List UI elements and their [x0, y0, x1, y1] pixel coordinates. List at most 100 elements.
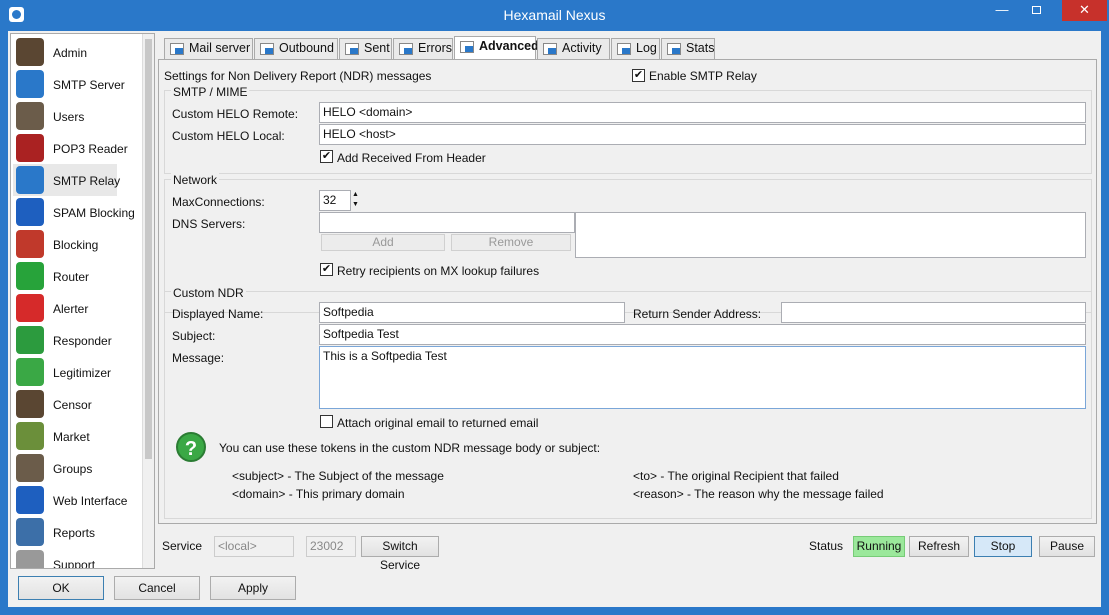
dns-remove-button[interactable]: Remove: [451, 234, 571, 251]
close-button[interactable]: ✕: [1062, 0, 1107, 21]
tab-outbound[interactable]: Outbound: [254, 38, 338, 59]
tab-log[interactable]: Log: [611, 38, 660, 59]
tab-errors[interactable]: Errors: [393, 38, 453, 59]
app-window: Hexamail Nexus — ✕ Support Reports Web Int…: [0, 0, 1109, 615]
tab-page-icon: [170, 43, 184, 55]
title-bar: Hexamail Nexus — ✕: [0, 0, 1109, 30]
subject-input[interactable]: Softpedia Test: [319, 324, 1086, 345]
tab-label: Log: [636, 41, 657, 55]
sidebar-item-market[interactable]: Market: [13, 420, 141, 452]
tab-stats[interactable]: Stats: [661, 38, 715, 59]
tab-advanced[interactable]: Advanced: [454, 36, 539, 60]
enable-smtp-relay-checkbox[interactable]: ✔: [632, 69, 645, 82]
sidebar-item-label: Legitimizer: [53, 366, 112, 380]
scrollbar-thumb[interactable]: [145, 39, 152, 459]
helo-local-label: Custom HELO Local:: [172, 129, 285, 143]
sidebar-item-label: Users: [53, 110, 85, 124]
sidebar-item-admin[interactable]: Admin: [13, 36, 141, 68]
sidebar-scrollbar[interactable]: [142, 34, 154, 568]
advanced-panel: Settings for Non Delivery Report (NDR) m…: [158, 59, 1097, 524]
helo-local-input[interactable]: HELO <host>: [319, 124, 1086, 145]
helo-remote-input[interactable]: HELO <domain>: [319, 102, 1086, 123]
dns-server-input[interactable]: [319, 212, 575, 233]
retry-recipients-checkbox[interactable]: ✔: [320, 263, 333, 276]
sidebar-item-label: Responder: [53, 334, 112, 348]
dns-add-button[interactable]: Add: [321, 234, 445, 251]
tab-page-icon: [345, 43, 359, 55]
max-connections-input[interactable]: 32: [319, 190, 351, 211]
pause-button[interactable]: Pause: [1039, 536, 1095, 557]
tab-mail-server[interactable]: Mail server: [164, 38, 253, 59]
ok-button[interactable]: OK: [18, 576, 104, 600]
sidebar-item-alerter[interactable]: Alerter: [13, 292, 141, 324]
refresh-button[interactable]: Refresh: [909, 536, 969, 557]
service-host-input[interactable]: <local>: [214, 536, 294, 557]
sidebar-item-web-interface[interactable]: Web Interface: [13, 484, 141, 516]
smtp-server-icon: [16, 70, 44, 98]
displayed-name-input[interactable]: Softpedia: [319, 302, 625, 323]
attach-original-checkbox[interactable]: [320, 415, 333, 428]
market-icon: [16, 422, 44, 450]
dns-servers-list[interactable]: [575, 212, 1086, 258]
sidebar-item-legitimizer[interactable]: Legitimizer: [13, 356, 141, 388]
sidebar-item-reports[interactable]: Reports: [13, 516, 141, 548]
sidebar-item-blocking[interactable]: Blocking: [13, 228, 141, 260]
dns-servers-label: DNS Servers:: [172, 217, 246, 231]
censor-icon: [16, 390, 44, 418]
sidebar-item-label: Blocking: [53, 238, 99, 252]
max-connections-label: MaxConnections:: [172, 195, 265, 209]
tab-label: Advanced: [479, 39, 539, 53]
return-sender-input[interactable]: [781, 302, 1086, 323]
tab-page-icon: [399, 43, 413, 55]
sidebar-item-label: SMTP Server: [53, 78, 125, 92]
sidebar-item-smtp-server[interactable]: SMTP Server: [13, 68, 141, 100]
pop3-reader-icon: [16, 134, 44, 162]
sidebar-item-support[interactable]: Support: [13, 548, 141, 569]
token-reason: <reason> - The reason why the message fa…: [633, 487, 884, 501]
sidebar-item-label: Admin: [53, 46, 88, 60]
cancel-button[interactable]: Cancel: [114, 576, 200, 600]
sidebar-item-router[interactable]: Router: [13, 260, 141, 292]
sidebar-item-groups[interactable]: Groups: [13, 452, 141, 484]
tab-page-icon: [667, 43, 681, 55]
spam-blocking-icon: [16, 198, 44, 226]
responder-icon: [16, 326, 44, 354]
network-title: Network: [171, 173, 220, 187]
status-running-badge: Running: [853, 536, 905, 557]
web-interface-icon: [16, 486, 44, 514]
apply-button[interactable]: Apply: [210, 576, 296, 600]
sidebar-item-pop3-reader[interactable]: POP3 Reader: [13, 132, 141, 164]
sidebar-item-label: Web Interface: [53, 494, 128, 508]
router-icon: [16, 262, 44, 290]
minimize-button[interactable]: —: [986, 0, 1018, 21]
displayed-name-label: Displayed Name:: [172, 307, 264, 321]
add-received-checkbox[interactable]: ✔: [320, 150, 333, 163]
attach-original-label: Attach original email to returned email: [337, 416, 539, 430]
return-sender-label: Return Sender Address:: [633, 307, 762, 321]
custom-ndr-title: Custom NDR: [171, 286, 246, 300]
tab-activity[interactable]: Activity: [537, 38, 610, 59]
sidebar-item-responder[interactable]: Responder: [13, 324, 141, 356]
max-connections-spinner[interactable]: ▲ ▼: [352, 190, 359, 211]
subject-label: Subject:: [172, 329, 216, 343]
maximize-button[interactable]: [1020, 0, 1052, 21]
sidebar-item-label: SMTP Relay: [53, 174, 121, 188]
sidebar-item-users[interactable]: Users: [13, 100, 141, 132]
service-port-input[interactable]: 23002: [306, 536, 356, 557]
stop-button[interactable]: Stop: [974, 536, 1032, 557]
sidebar-item-label: Support: [53, 558, 96, 569]
sidebar-item-smtp-relay[interactable]: SMTP Relay: [13, 164, 121, 196]
sidebar-item-label: Alerter: [53, 302, 89, 316]
sidebar-item-censor[interactable]: Censor: [13, 388, 141, 420]
smtp-relay-icon: [16, 166, 44, 194]
token-subject: <subject> - The Subject of the message: [232, 469, 444, 483]
window-title: Hexamail Nexus: [503, 7, 606, 23]
sidebar-item-spam-blocking[interactable]: SPAM Blocking: [13, 196, 141, 228]
switch-service-button[interactable]: Switch Service: [361, 536, 439, 572]
message-textarea[interactable]: This is a Softpedia Test: [319, 346, 1086, 409]
client-area: Support Reports Web Interface Groups Market C…: [8, 31, 1101, 607]
reports-icon: [16, 518, 44, 546]
tab-page-icon: [543, 43, 557, 55]
tab-sent[interactable]: Sent: [339, 38, 392, 59]
tokens-intro: You can use these tokens in the custom N…: [219, 441, 601, 455]
